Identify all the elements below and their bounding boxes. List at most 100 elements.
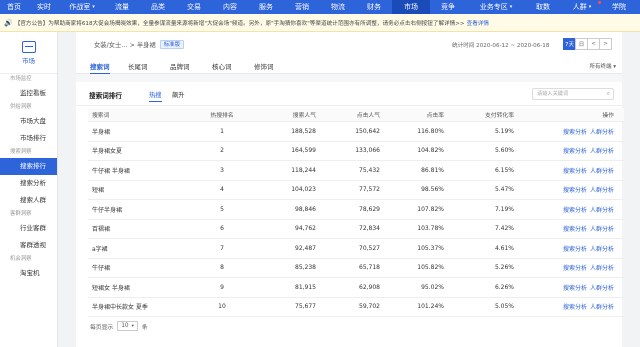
column-header: 点击率 xyxy=(426,113,444,119)
search-analysis-link[interactable]: 搜索分析 xyxy=(563,224,587,233)
tab-2[interactable]: 品牌词 xyxy=(170,61,190,71)
cell-term: 短裙 xyxy=(92,187,105,195)
crowd-analysis-link[interactable]: 人群分析 xyxy=(590,205,614,214)
cell-rank: 5 xyxy=(220,205,224,213)
cell-click: 72,834 xyxy=(359,225,380,233)
nav-item[interactable]: 学院 xyxy=(604,0,634,14)
nav-item[interactable]: 业务专区 ▾ xyxy=(466,0,526,14)
sidebar-item[interactable]: 淘宝机 xyxy=(0,265,57,282)
sidebar-item[interactable]: 市场大盘 xyxy=(0,113,57,130)
nav-item[interactable]: 营销 xyxy=(284,0,320,14)
sidebar-market-header[interactable]: 市场 xyxy=(0,32,57,74)
table-row: 半身裙女夏 2 164,599 133,066 104.82% 5.60% 搜索分析 人群分析 xyxy=(88,142,624,161)
tab-1[interactable]: 长尾词 xyxy=(128,61,148,71)
column-header: 搜索人气 xyxy=(292,113,316,119)
page-size-select[interactable]: 10 ▾ xyxy=(117,321,138,331)
nav-item-label: 交易 xyxy=(187,3,201,11)
nav-item[interactable]: 市场 xyxy=(392,0,430,14)
search-analysis-link[interactable]: 搜索分析 xyxy=(563,244,587,253)
nav-item[interactable]: 作战室 ▾ xyxy=(60,0,104,14)
sidebar-item[interactable]: 市场排行 xyxy=(0,130,57,147)
nav-item[interactable]: 物流 xyxy=(320,0,356,14)
terminal-select[interactable]: 所有终端 ▾ xyxy=(589,62,616,70)
notification-dot xyxy=(598,1,601,4)
date-buttons: 7天日 < > xyxy=(563,38,612,50)
crowd-analysis-link[interactable]: 人群分析 xyxy=(590,302,614,311)
row-actions: 搜索分析 人群分析 xyxy=(518,161,614,180)
nav-item-label: 服务 xyxy=(259,3,273,11)
crowd-analysis-link[interactable]: 人群分析 xyxy=(590,224,614,233)
search-icon[interactable]: ⌕ xyxy=(607,89,610,99)
sidebar-item[interactable]: 搜索人群 xyxy=(0,192,57,209)
nav-item[interactable]: 服务 xyxy=(248,0,284,14)
tab-4[interactable]: 修饰词 xyxy=(254,61,274,71)
sidebar-item[interactable]: 监控看板 xyxy=(0,85,57,102)
nav-item[interactable]: 取数 xyxy=(526,0,560,14)
cell-ctr: 98.56% xyxy=(421,186,444,194)
sidebar: 市场 市场监控 监控看板 供给洞察 市场大盘 市场排行 搜索洞察 搜索排行 搜索分析 搜索人群客… xyxy=(0,32,58,347)
sidebar-item[interactable]: 客群透视 xyxy=(0,237,57,254)
table-row: 半身裙 1 188,528 150,642 116.80% 5.19% 搜索分析 人群分析 xyxy=(88,122,624,142)
crowd-analysis-link[interactable]: 人群分析 xyxy=(590,244,614,253)
nav-item[interactable]: 竞争 xyxy=(430,0,466,14)
crowd-analysis-link[interactable]: 人群分析 xyxy=(590,263,614,272)
search-analysis-link[interactable]: 搜索分析 xyxy=(563,205,587,214)
nav-item[interactable]: 实时 xyxy=(28,0,60,14)
table-row: 牛仔裙 半身裙 3 118,244 75,432 86.81% 6.15% 搜索分析 人群分析 xyxy=(88,161,624,181)
crowd-analysis-link[interactable]: 人群分析 xyxy=(590,166,614,175)
nav-item-label: 取数 xyxy=(536,3,550,11)
table-row: 百褶裙 6 94,762 72,834 103.78% 7.42% 搜索分析 人群分析 xyxy=(88,220,624,239)
cell-term: 短裙女 半身裙 xyxy=(92,284,130,292)
search-input[interactable]: 请输入关键词 ⌕ xyxy=(532,88,614,100)
sidebar-item[interactable]: 行业客群 xyxy=(0,220,57,237)
rank-subtab[interactable]: 飙升 xyxy=(172,90,185,99)
column-header: 热搜排名 xyxy=(210,113,234,119)
search-analysis-link[interactable]: 搜索分析 xyxy=(563,146,587,155)
sidebar-item[interactable]: 搜索排行 xyxy=(0,158,57,175)
nav-item[interactable]: 人群 ▾ xyxy=(560,0,604,14)
nav-item[interactable]: 交易 xyxy=(176,0,212,14)
cell-cvr: 5.26% xyxy=(494,264,514,272)
table-row: 半身裙中长款女 夏季 10 75,677 59,702 101.24% 5.05% 搜索分析… xyxy=(88,298,624,317)
cell-cvr: 5.47% xyxy=(494,186,514,194)
cell-ctr: 103.78% xyxy=(417,225,444,233)
row-actions: 搜索分析 人群分析 xyxy=(518,239,614,258)
nav-item[interactable]: 流量 xyxy=(104,0,140,14)
sidebar-item[interactable]: 搜索分析 xyxy=(0,175,57,192)
sidebar-section-title: 市场监控 xyxy=(10,76,32,82)
cell-search: 85,238 xyxy=(295,264,316,272)
breadcrumb-path[interactable]: 女装/女士… > 半身裙 xyxy=(94,40,156,49)
sidebar-section-title: 机会洞察 xyxy=(10,256,32,262)
date-button[interactable]: > xyxy=(599,38,612,50)
search-analysis-link[interactable]: 搜索分析 xyxy=(563,166,587,175)
cell-ctr: 105.37% xyxy=(417,244,444,252)
cell-cvr: 5.05% xyxy=(494,303,514,311)
pager-suffix: 条 xyxy=(141,324,148,331)
view-details-link[interactable]: 查看详情 xyxy=(467,19,489,27)
cell-rank: 3 xyxy=(220,166,224,174)
crowd-analysis-link[interactable]: 人群分析 xyxy=(590,185,614,194)
row-actions: 搜索分析 人群分析 xyxy=(518,142,614,161)
nav-item-label: 竞争 xyxy=(441,3,455,11)
row-actions: 搜索分析 人群分析 xyxy=(518,181,614,200)
nav-item[interactable]: 品类 xyxy=(140,0,176,14)
search-analysis-link[interactable]: 搜索分析 xyxy=(563,185,587,194)
search-analysis-link[interactable]: 搜索分析 xyxy=(563,263,587,272)
nav-item[interactable]: 内容 xyxy=(212,0,248,14)
tab-3[interactable]: 核心词 xyxy=(212,61,232,71)
sidebar-section-title: 搜索洞察 xyxy=(10,149,32,155)
nav-item[interactable]: 首页 xyxy=(0,0,28,14)
tab-0[interactable]: 搜索词 xyxy=(90,61,110,74)
cell-ctr: 95.02% xyxy=(421,283,444,291)
search-analysis-link[interactable]: 搜索分析 xyxy=(563,127,587,136)
search-analysis-link[interactable]: 搜索分析 xyxy=(563,283,587,292)
cell-click: 75,432 xyxy=(359,166,380,174)
crowd-analysis-link[interactable]: 人群分析 xyxy=(590,146,614,155)
nav-item[interactable]: 财务 xyxy=(356,0,392,14)
search-analysis-link[interactable]: 搜索分析 xyxy=(563,302,587,311)
rank-subtab[interactable]: 热搜 xyxy=(149,90,162,102)
pager-prefix: 每页显示 xyxy=(90,324,114,331)
rank-title: 搜索词排行 xyxy=(89,92,122,100)
crowd-analysis-link[interactable]: 人群分析 xyxy=(590,283,614,292)
crowd-analysis-link[interactable]: 人群分析 xyxy=(590,127,614,136)
